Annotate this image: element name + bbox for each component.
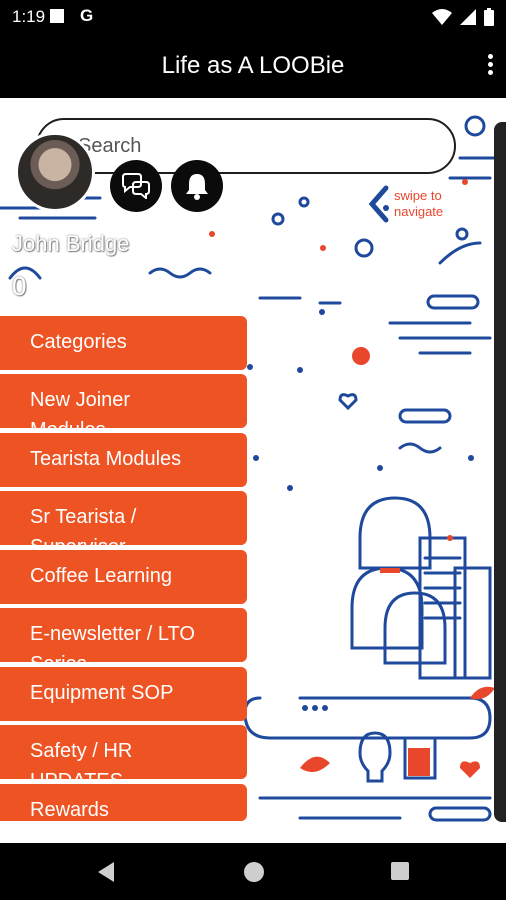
chevron-left-icon: [368, 185, 389, 223]
app-bar: Life as A LOOBie: [0, 34, 506, 98]
back-icon[interactable]: [96, 861, 116, 883]
home-screen: Search swipe to navigate John Bridge 0 C…: [0, 98, 506, 843]
status-time: 1:19: [12, 7, 46, 26]
menu-item-e-newsletter-lto-series[interactable]: E-newsletter / LTO Series: [0, 608, 247, 662]
notifications-button[interactable]: [171, 160, 223, 212]
swipe-hint-text: swipe to navigate: [394, 188, 444, 219]
menu-item-coffee-learning[interactable]: Coffee Learning: [0, 550, 247, 604]
user-name: John Bridge: [12, 231, 130, 256]
drawer-edge[interactable]: [494, 122, 506, 822]
app-title: Life as A LOOBie: [161, 52, 345, 79]
chat-icon: [122, 173, 150, 199]
chat-button[interactable]: [110, 160, 162, 212]
menu-item-categories[interactable]: Categories: [0, 316, 247, 370]
system-nav-bar: [0, 843, 506, 900]
avatar[interactable]: [15, 132, 95, 212]
search-input[interactable]: Search: [36, 118, 456, 174]
swipe-hint: swipe to navigate: [366, 184, 456, 224]
menu-item-tearista-modules[interactable]: Tearista Modules: [0, 433, 247, 487]
status-bar: 1:19 G: [0, 0, 506, 34]
menu-item-rewards[interactable]: Rewards: [0, 784, 247, 821]
menu-item-new-joiner-modules[interactable]: New Joiner Modules: [0, 374, 247, 428]
bell-icon: [186, 174, 208, 200]
signal-icon: [460, 9, 476, 25]
user-points: 0: [12, 271, 27, 301]
more-vert-icon[interactable]: [484, 54, 496, 78]
menu-item-equipment-sop[interactable]: Equipment SOP: [0, 667, 247, 721]
recents-icon[interactable]: [391, 862, 409, 880]
menu-item-sr-tearista-supervisor[interactable]: Sr Tearista / Supervisor: [0, 491, 247, 545]
battery-icon: [484, 8, 494, 26]
menu-item-safety-hr-updates[interactable]: Safety / HR UPDATES: [0, 725, 247, 779]
status-icons: [432, 8, 494, 26]
stop-icon: [50, 9, 64, 23]
carrier-letter: G: [80, 6, 94, 25]
wifi-icon: [432, 9, 452, 25]
home-icon[interactable]: [244, 862, 264, 882]
